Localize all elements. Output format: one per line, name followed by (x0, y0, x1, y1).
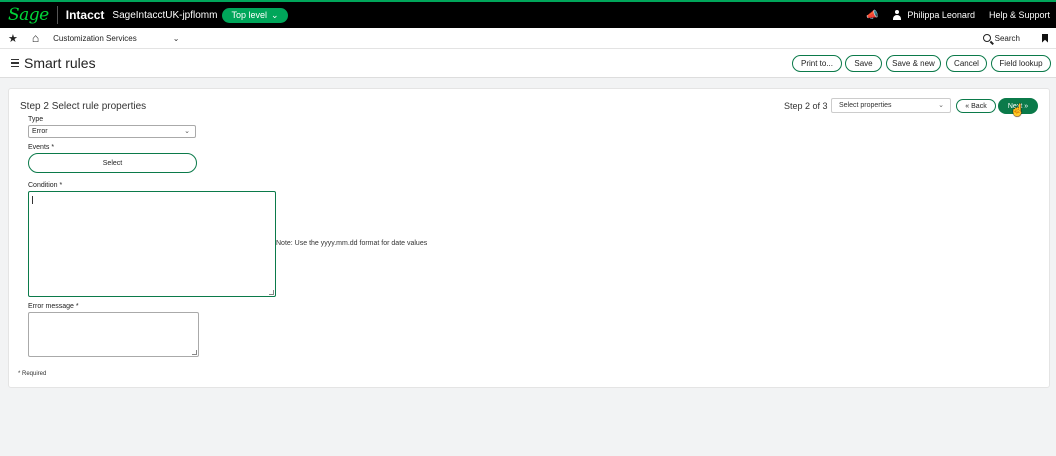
required-marker: * (59, 182, 63, 189)
events-label-text: Events (28, 144, 50, 151)
search-button[interactable]: Search (982, 33, 1020, 43)
step-select[interactable]: Select properties ⌄ (831, 98, 951, 113)
search-label: Search (994, 33, 1020, 43)
home-icon[interactable]: ⌂ (32, 31, 39, 45)
type-label: Type (28, 116, 44, 123)
search-icon (982, 34, 991, 42)
bookmark-icon[interactable] (1042, 33, 1048, 43)
save-new-button[interactable]: Save & new (886, 55, 941, 72)
step-heading: Step 2 Select rule properties (20, 101, 147, 112)
type-value: Error (32, 128, 48, 135)
product-name: Intacct (65, 8, 105, 22)
megaphone-icon[interactable]: 📣 (866, 10, 878, 21)
company-name[interactable]: SageIntacctUK-jpflomm (112, 10, 217, 21)
date-format-note: Note: Use the yyyy.mm.dd format for date… (276, 240, 428, 247)
condition-label-text: Condition (28, 182, 58, 189)
customization-services-menu[interactable]: Customization Services (53, 34, 137, 43)
events-select-button[interactable]: Select (28, 153, 197, 173)
cancel-button[interactable]: Cancel (946, 55, 987, 72)
condition-label: Condition * (28, 182, 62, 189)
top-bar: Sage Intacct SageIntacctUK-jpflomm Top l… (0, 0, 1056, 28)
resize-handle[interactable] (269, 290, 274, 295)
star-icon[interactable]: ★ (8, 32, 18, 45)
nav-bar: ★ ⌂ Customization Services ⌄ Search (0, 28, 1056, 49)
step-select-value: Select properties (839, 102, 892, 109)
print-to-button[interactable]: Print to... (792, 55, 842, 72)
back-button[interactable]: « Back (956, 99, 996, 113)
page-title: Smart rules (24, 55, 96, 71)
title-bar: Smart rules Print to... Save Save & new … (0, 49, 1056, 78)
resize-handle[interactable] (192, 350, 197, 355)
text-caret (32, 196, 33, 204)
type-select[interactable]: Error ⌄ (28, 125, 196, 138)
required-marker: * (75, 303, 79, 310)
top-level-label: Top level (231, 10, 267, 20)
user-name[interactable]: Philippa Leonard (907, 10, 975, 20)
sage-logo[interactable]: Sage (8, 5, 49, 25)
field-lookup-button[interactable]: Field lookup (991, 55, 1051, 72)
step-indicator: Step 2 of 3 (784, 101, 828, 111)
condition-textarea[interactable] (28, 191, 276, 297)
top-level-button[interactable]: Top level ⌄ (222, 7, 288, 23)
user-icon (892, 10, 902, 20)
error-message-label: Error message * (28, 303, 79, 310)
events-label: Events * (28, 144, 54, 151)
help-support-link[interactable]: Help & Support (989, 10, 1050, 20)
error-message-label-text: Error message (28, 303, 74, 310)
chevron-down-icon: ⌄ (271, 9, 279, 20)
chevron-down-icon: ⌄ (184, 128, 190, 135)
wizard-card: Step 2 Select rule properties Step 2 of … (8, 88, 1050, 388)
required-marker: * (51, 144, 55, 151)
chevron-down-icon: ⌄ (938, 102, 944, 109)
required-note: * Required (18, 371, 47, 377)
top-right-area: 📣 Philippa Leonard Help & Support (866, 2, 1050, 28)
hand-cursor-icon: ☝ (1010, 103, 1025, 117)
chevron-down-icon[interactable]: ⌄ (173, 34, 180, 43)
error-message-textarea[interactable] (28, 312, 199, 357)
save-button[interactable]: Save (845, 55, 882, 72)
divider (56, 6, 58, 24)
hamburger-menu-icon[interactable] (11, 59, 19, 67)
